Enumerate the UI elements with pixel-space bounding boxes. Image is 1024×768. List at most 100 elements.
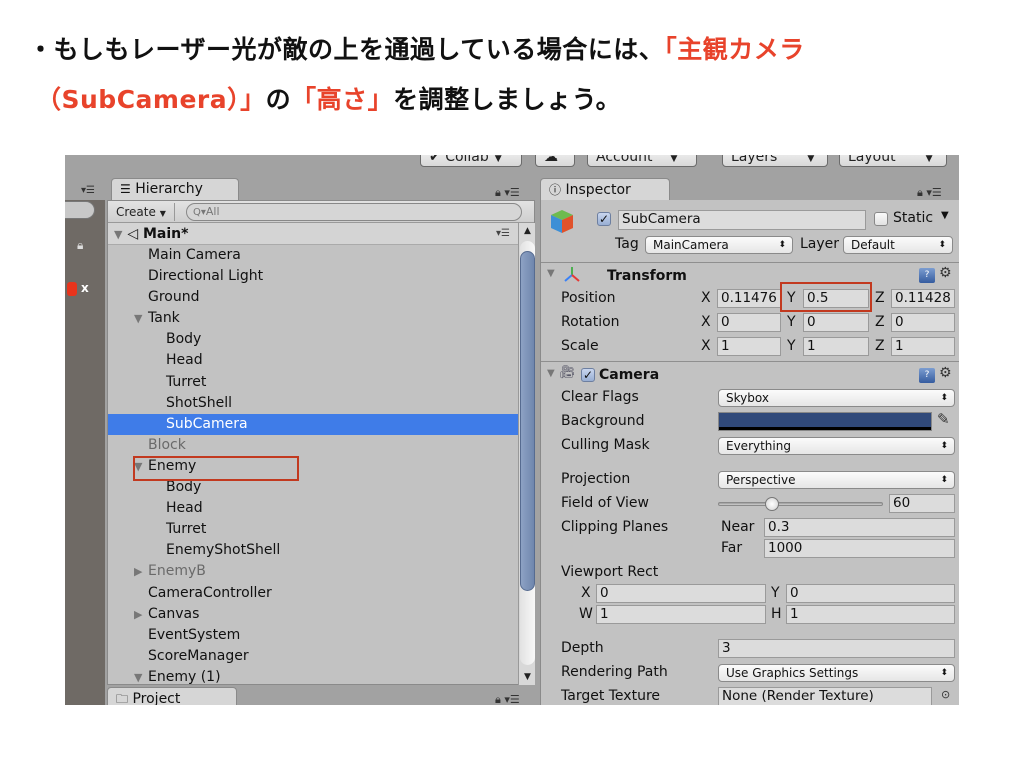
gear-icon[interactable]: ⚙ <box>939 265 952 281</box>
highlight-annotation-box <box>133 456 299 481</box>
scene-search-input[interactable] <box>65 201 95 219</box>
position-x-input[interactable]: 0.11476 <box>717 289 781 308</box>
hierarchy-item-label: EventSystem <box>148 626 241 643</box>
fov-slider-track[interactable] <box>718 502 883 506</box>
panel-menu-icon[interactable]: ▾☰ <box>926 186 941 199</box>
hierarchy-item[interactable]: Block <box>108 435 518 456</box>
unity-scene-icon: ◁ <box>127 226 139 242</box>
lock-icon[interactable]: 🔒︎ <box>495 186 501 199</box>
expand-triangle-icon[interactable]: ▼ <box>547 268 555 279</box>
layer-dropdown[interactable]: Default ⬍ <box>843 236 953 254</box>
culling-mask-dropdown[interactable]: Everything ⬍ <box>718 437 955 455</box>
create-dropdown[interactable]: Create ▼ <box>116 203 175 221</box>
rotation-y-input[interactable]: 0 <box>803 313 869 332</box>
tab-inspector[interactable]: ⓘ Inspector <box>540 178 670 200</box>
expand-triangle-icon[interactable]: ▼ <box>547 368 555 379</box>
hierarchy-item[interactable]: Ground <box>108 287 518 308</box>
lock-icon[interactable]: 🔒︎ <box>77 238 83 253</box>
scroll-down-icon[interactable]: ▼ <box>519 669 536 685</box>
expand-triangle-icon[interactable]: ▼ <box>134 308 142 329</box>
target-texture-field[interactable]: None (Render Texture) <box>718 687 932 705</box>
hierarchy-item[interactable]: EnemyShotShell <box>108 540 518 561</box>
hierarchy-scrollbar[interactable]: ▲ ▼ <box>518 223 535 685</box>
scene-view[interactable]: 🔒︎ x <box>65 200 105 705</box>
position-z-input[interactable]: 0.11428 <box>891 289 955 308</box>
panel-menu-icon[interactable]: ▾☰ <box>504 693 519 705</box>
rendering-path-dropdown[interactable]: Use Graphics Settings ⬍ <box>718 664 955 682</box>
tab-project[interactable]: 🗀 Project <box>107 687 237 705</box>
far-input[interactable]: 1000 <box>764 539 955 558</box>
expand-triangle-icon[interactable]: ▼ <box>134 667 142 688</box>
scroll-up-icon[interactable]: ▲ <box>519 223 536 239</box>
layers-dropdown[interactable]: Layers ▼ <box>722 155 828 167</box>
lock-icon[interactable]: 🔒︎ <box>917 186 923 199</box>
active-checkbox[interactable]: ✓ <box>597 212 611 226</box>
viewport-y-input[interactable]: 0 <box>786 584 955 603</box>
hierarchy-item[interactable]: ▼ Tank <box>108 308 518 329</box>
rotation-z-input[interactable]: 0 <box>891 313 955 332</box>
lock-icon[interactable]: 🔒︎ <box>495 693 501 705</box>
scene-root-row[interactable]: ▼ ◁ Main* ▾☰ <box>108 223 518 245</box>
hierarchy-item[interactable]: CameraController <box>108 583 518 604</box>
hierarchy-item[interactable]: Head <box>108 498 518 519</box>
help-icon[interactable]: ? <box>919 368 935 383</box>
panel-menu-icon[interactable]: ▾☰ <box>81 185 95 196</box>
hierarchy-search-input[interactable]: Q▾All <box>186 203 522 221</box>
background-color-field[interactable] <box>718 412 932 431</box>
tag-dropdown[interactable]: MainCamera ⬍ <box>645 236 793 254</box>
hierarchy-item[interactable]: Directional Light <box>108 266 518 287</box>
gizmo-x-axis-icon[interactable] <box>67 282 77 296</box>
tab-hierarchy[interactable]: ☰ Hierarchy <box>111 178 239 200</box>
projection-dropdown[interactable]: Perspective ⬍ <box>718 471 955 489</box>
object-picker-icon[interactable]: ⊙ <box>941 688 950 701</box>
hierarchy-item[interactable]: ▼ Enemy (1) <box>108 667 518 688</box>
help-icon[interactable]: ? <box>919 268 935 283</box>
viewport-x-input[interactable]: 0 <box>596 584 766 603</box>
hierarchy-toolbar: Create ▼ Q▾All <box>108 201 534 223</box>
hierarchy-item[interactable]: Turret <box>108 372 518 393</box>
object-name-input[interactable]: SubCamera <box>618 210 866 230</box>
hierarchy-item[interactable]: ▶ Canvas <box>108 604 518 625</box>
eyedropper-icon[interactable]: ✎ <box>937 410 950 428</box>
gear-icon[interactable]: ⚙ <box>939 365 952 381</box>
near-input[interactable]: 0.3 <box>764 518 955 537</box>
collapsed-triangle-icon[interactable]: ▶ <box>134 561 142 582</box>
fov-input[interactable]: 60 <box>889 494 955 513</box>
expand-triangle-icon[interactable]: ▼ <box>114 228 122 241</box>
layers-label: Layers <box>731 155 778 165</box>
clear-flags-dropdown[interactable]: Skybox ⬍ <box>718 389 955 407</box>
collapsed-triangle-icon[interactable]: ▶ <box>134 604 142 625</box>
updown-arrow-icon: ⬍ <box>940 668 948 678</box>
layout-label: Layout <box>848 155 896 165</box>
hierarchy-item[interactable]: ShotShell <box>108 393 518 414</box>
viewport-h-input[interactable]: 1 <box>786 605 955 624</box>
collab-button[interactable]: ✔ Collab ▼ <box>420 155 522 167</box>
panel-menu-icon[interactable]: ▾☰ <box>504 186 519 199</box>
account-button[interactable]: Account ▼ <box>587 155 697 167</box>
hierarchy-item[interactable]: ScoreManager <box>108 646 518 667</box>
hierarchy-item[interactable]: ▶ EnemyB <box>108 561 518 582</box>
scene-menu-icon[interactable]: ▾☰ <box>496 223 510 245</box>
viewport-w-input[interactable]: 1 <box>596 605 766 624</box>
fov-slider-knob[interactable] <box>765 497 780 511</box>
camera-enabled-checkbox[interactable]: ✓ <box>581 368 595 382</box>
static-dropdown-arrow-icon[interactable]: ▼ <box>941 210 949 221</box>
updown-arrow-icon: ⬍ <box>940 441 948 451</box>
scale-x-input[interactable]: 1 <box>717 337 781 356</box>
scale-y-input[interactable]: 1 <box>803 337 869 356</box>
hierarchy-item[interactable]: Main Camera <box>108 245 518 266</box>
background-label: Background <box>561 413 645 429</box>
alpha-bar <box>719 427 931 430</box>
scale-z-input[interactable]: 1 <box>891 337 955 356</box>
hierarchy-item[interactable]: SubCamera <box>108 413 518 435</box>
cloud-button[interactable]: ☁ <box>535 155 575 167</box>
hierarchy-item[interactable]: Head <box>108 350 518 371</box>
depth-input[interactable]: 3 <box>718 639 955 658</box>
hierarchy-item[interactable]: Body <box>108 329 518 350</box>
rotation-x-input[interactable]: 0 <box>717 313 781 332</box>
static-checkbox[interactable] <box>874 212 888 226</box>
scrollbar-thumb[interactable] <box>520 251 535 591</box>
layout-dropdown[interactable]: Layout ▼ <box>839 155 947 167</box>
hierarchy-item[interactable]: Turret <box>108 519 518 540</box>
hierarchy-item[interactable]: EventSystem <box>108 625 518 646</box>
